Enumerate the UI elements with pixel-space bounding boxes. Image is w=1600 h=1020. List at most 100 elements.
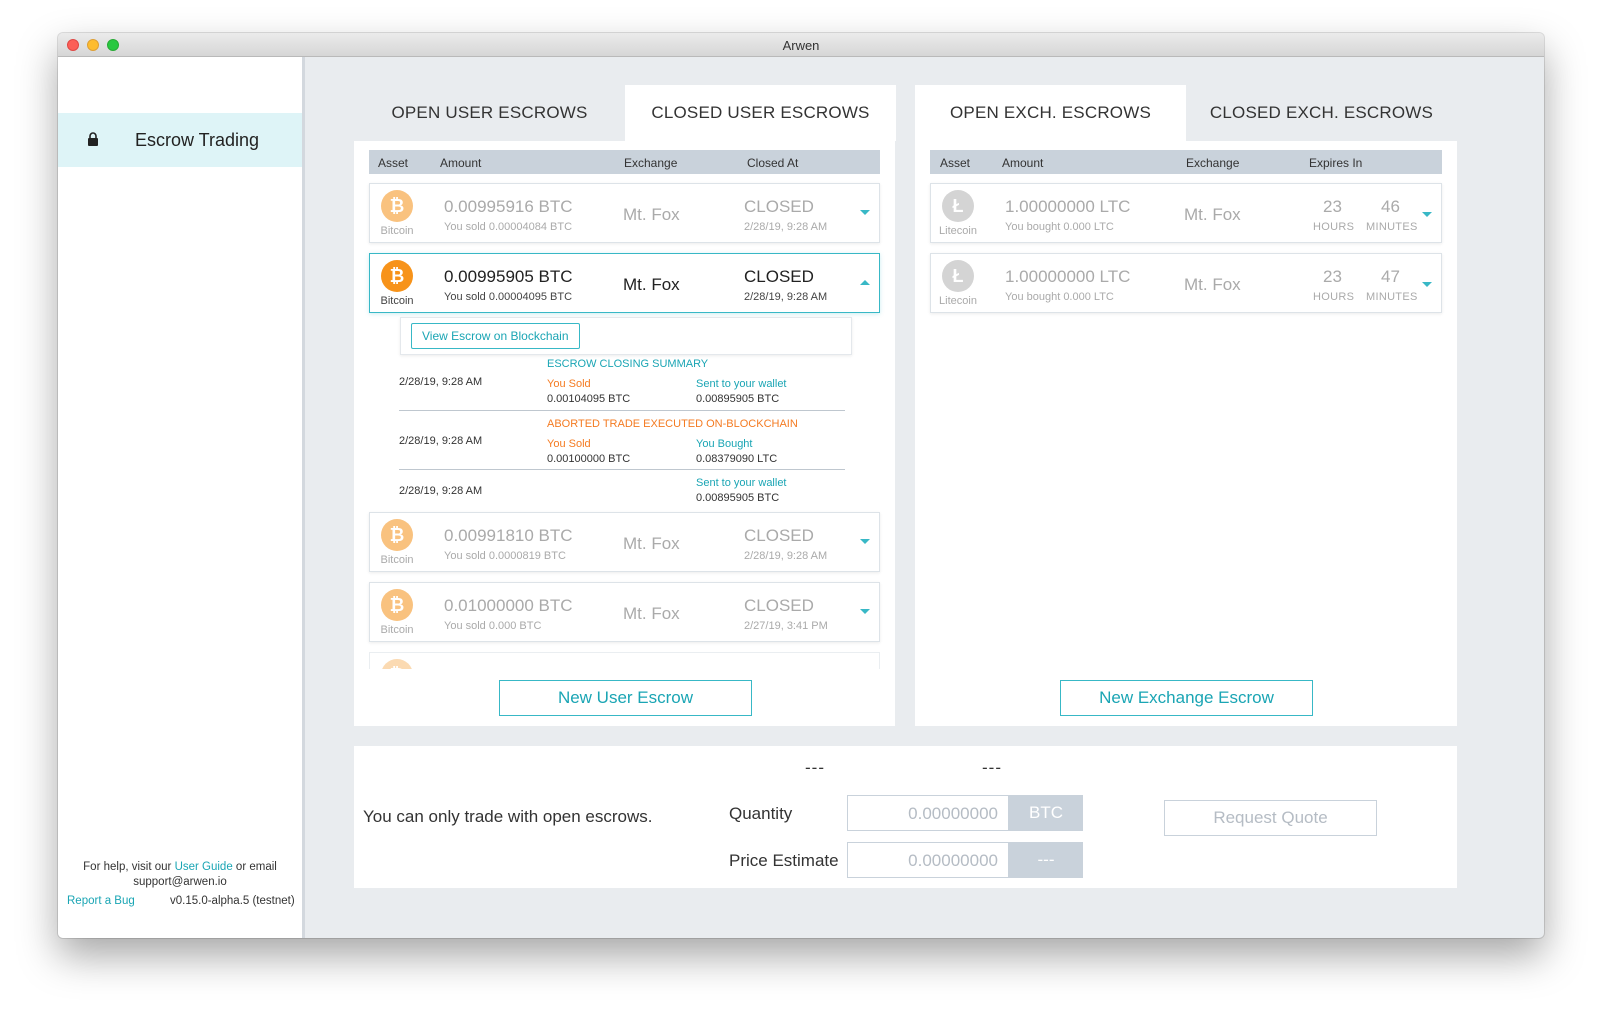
exch-table-header: Asset Amount Exchange Expires In (930, 150, 1442, 174)
support-email: support@arwen.io (133, 876, 227, 888)
new-user-escrow-button[interactable]: New User Escrow (499, 680, 752, 716)
sidebar-item-escrow-trading[interactable]: Escrow Trading (58, 113, 302, 167)
quantity-unit-button[interactable]: BTC (1009, 795, 1083, 831)
tab-closed-exch-escrows[interactable]: CLOSED EXCH. ESCROWS (1186, 85, 1457, 141)
hours-label: HOURS (1313, 291, 1355, 303)
version-label: v0.15.0-alpha.5 (testnet) (170, 895, 295, 907)
col-exchange: Exchange (624, 156, 678, 170)
col-amount: Amount (1002, 156, 1044, 170)
bitcoin-icon: ₿ (381, 519, 413, 551)
quote-left-placeholder: --- (805, 758, 825, 777)
minutes-value: 47 (1381, 267, 1400, 286)
col-exchange: Exchange (1186, 156, 1240, 170)
escrow-status: CLOSED (744, 197, 814, 216)
tab-open-exch-escrows[interactable]: OPEN EXCH. ESCROWS (915, 85, 1186, 141)
event-label: Sent to your wallet (696, 477, 787, 489)
minutes-label: MINUTES (1366, 221, 1418, 233)
event-date: 2/28/19, 9:28 AM (399, 485, 483, 497)
escrow-sub: You sold 0.00004084 BTC (444, 221, 573, 233)
minutes-value: 46 (1381, 197, 1400, 216)
escrow-amount: 0.00991810 BTC (444, 526, 573, 545)
escrow-exchange: Mt. Fox (623, 205, 680, 224)
escrow-sub: You sold 0.0000819 BTC (444, 550, 566, 562)
escrow-row-expanded[interactable]: ₿ Bitcoin 0.00995905 BTC You sold 0.0000… (369, 253, 880, 313)
escrow-sub: You bought 0.000 LTC (1005, 221, 1114, 233)
escrow-sub: You sold 0.000 BTC (444, 620, 542, 632)
report-bug-link[interactable]: Report a Bug (67, 895, 135, 907)
chevron-down-icon[interactable] (1422, 212, 1432, 217)
bitcoin-icon: ₿ (381, 589, 413, 621)
quantity-input[interactable]: 0.00000000 (847, 795, 1009, 831)
aborted-title: ABORTED TRADE EXECUTED ON-BLOCKCHAIN (547, 418, 798, 430)
trade-note: You can only trade with open escrows. (363, 807, 653, 826)
summary-title: ESCROW CLOSING SUMMARY (547, 358, 709, 370)
title-bar: Arwen (58, 33, 1544, 57)
escrow-date: 2/28/19, 9:28 AM (744, 550, 828, 562)
new-exchange-escrow-button[interactable]: New Exchange Escrow (1060, 680, 1313, 716)
exchange-escrow-row[interactable]: Ł Litecoin 1.00000000 LTC You bought 0.0… (930, 253, 1442, 313)
hours-value: 23 (1323, 197, 1342, 216)
user-guide-link[interactable]: User Guide (175, 861, 233, 873)
sidebar-item-label: Escrow Trading (135, 130, 260, 150)
escrow-date: 2/27/19, 3:41 PM (744, 620, 828, 632)
divider (399, 469, 845, 470)
exchange-escrow-row[interactable]: Ł Litecoin 1.00000000 LTC You bought 0.0… (930, 183, 1442, 243)
chevron-down-icon[interactable] (860, 539, 870, 544)
view-on-blockchain-button[interactable]: View Escrow on Blockchain (411, 323, 580, 349)
col-closed-at: Closed At (747, 156, 799, 170)
escrow-row[interactable]: ₿ (369, 652, 880, 669)
escrow-row[interactable]: ₿ Bitcoin 0.00995916 BTC You sold 0.0000… (369, 183, 880, 243)
event-label: You Bought (696, 438, 753, 450)
price-estimate-input[interactable]: 0.00000000 (847, 842, 1009, 878)
chevron-down-icon[interactable] (860, 609, 870, 614)
user-escrows-tabs: OPEN USER ESCROWS CLOSED USER ESCROWS (354, 85, 896, 141)
price-estimate-label: Price Estimate (729, 851, 839, 870)
minutes-label: MINUTES (1366, 291, 1418, 303)
escrow-status: CLOSED (744, 526, 814, 545)
escrow-exchange: Mt. Fox (1184, 205, 1241, 224)
quantity-label: Quantity (729, 804, 793, 823)
col-asset: Asset (378, 156, 409, 170)
col-amount: Amount (440, 156, 482, 170)
chevron-up-icon[interactable] (860, 280, 870, 285)
price-unit-button[interactable]: --- (1009, 842, 1083, 878)
event-label: Sent to your wallet (696, 378, 787, 390)
escrow-exchange: Mt. Fox (623, 534, 680, 553)
escrow-amount: 0.00995905 BTC (444, 267, 573, 286)
escrow-amount: 1.00000000 LTC (1005, 197, 1131, 216)
divider (399, 410, 845, 411)
escrow-sub: You bought 0.000 LTC (1005, 291, 1114, 303)
event-value: 0.08379090 LTC (696, 453, 778, 465)
event-value: 0.00895905 BTC (696, 393, 780, 405)
hours-label: HOURS (1313, 221, 1355, 233)
escrow-amount: 0.00995916 BTC (444, 197, 573, 216)
chevron-down-icon[interactable] (1422, 282, 1432, 287)
escrow-date: 2/28/19, 9:28 AM (744, 221, 828, 233)
tab-open-user-escrows[interactable]: OPEN USER ESCROWS (354, 85, 625, 141)
bitcoin-icon: ₿ (381, 659, 413, 669)
escrow-exchange: Mt. Fox (623, 275, 680, 294)
escrow-row[interactable]: ₿ Bitcoin 0.01000000 BTC You sold 0.000 … (369, 582, 880, 642)
tab-closed-user-escrows[interactable]: CLOSED USER ESCROWS (625, 85, 896, 141)
trade-panel: --- --- You can only trade with open esc… (354, 746, 1457, 888)
user-table-header: Asset Amount Exchange Closed At (369, 150, 880, 174)
escrow-detail-actions: View Escrow on Blockchain (400, 317, 852, 355)
escrow-date: 2/28/19, 9:28 AM (744, 291, 828, 303)
escrow-sub: You sold 0.00004095 BTC (444, 291, 573, 303)
escrow-status: CLOSED (744, 267, 814, 286)
litecoin-icon: Ł (942, 260, 974, 292)
escrow-row[interactable]: ₿ Bitcoin 0.00991810 BTC You sold 0.0000… (369, 512, 880, 572)
escrow-exchange: Mt. Fox (623, 604, 680, 623)
chevron-down-icon[interactable] (860, 210, 870, 215)
event-label: You Sold (547, 438, 591, 450)
event-value: 0.00100000 BTC (547, 453, 631, 465)
event-value: 0.00895905 BTC (696, 492, 780, 504)
col-expires-in: Expires In (1309, 156, 1363, 170)
col-asset: Asset (940, 156, 971, 170)
lock-icon (88, 132, 98, 146)
escrow-row-clipped: ₿ (369, 652, 880, 669)
event-value: 0.00104095 BTC (547, 393, 631, 405)
escrow-exchange: Mt. Fox (1184, 275, 1241, 294)
help-text: For help, visit our User Guide or email … (83, 861, 277, 888)
request-quote-button[interactable]: Request Quote (1164, 800, 1377, 836)
